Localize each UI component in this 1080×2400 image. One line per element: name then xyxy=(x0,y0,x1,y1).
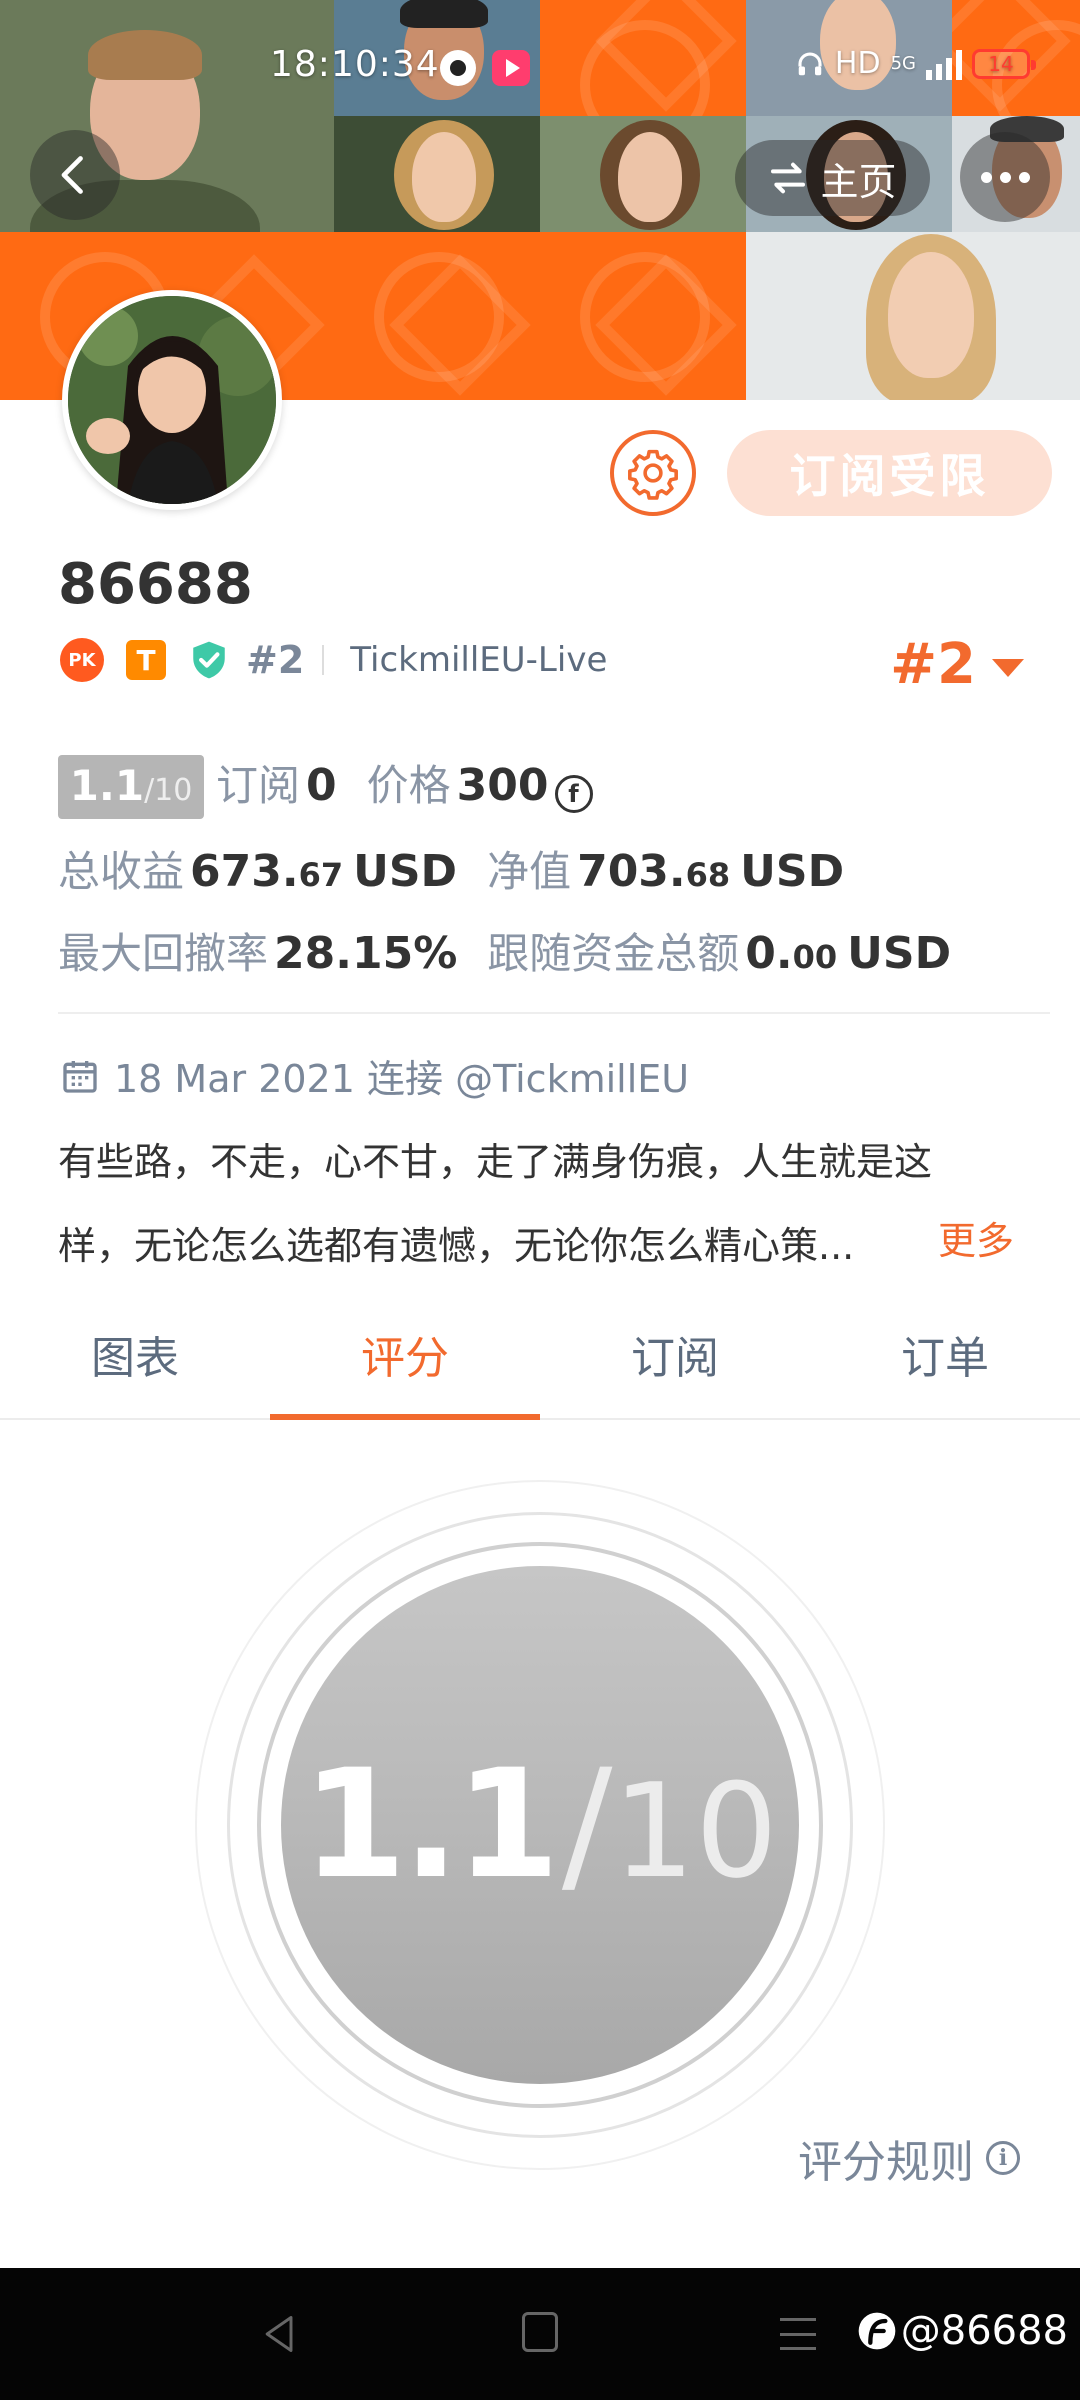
score-value: 1.1 xyxy=(69,761,145,810)
total-profit-currency: USD xyxy=(353,846,458,897)
coin-icon: f xyxy=(554,775,593,813)
gear-icon xyxy=(628,449,678,500)
settings-button[interactable] xyxy=(610,430,696,516)
rank-value: #2 xyxy=(890,632,976,697)
system-navigation-bar: @86688 xyxy=(0,2268,1080,2400)
subscriptions-label: 订阅 xyxy=(216,761,301,810)
dial-core: 1.1 / 10 xyxy=(281,1566,799,2084)
signal-icon xyxy=(926,48,962,80)
score-badge: 1.1 /10 xyxy=(58,755,204,819)
status-time: 18:10:34 xyxy=(270,44,440,85)
home-label: 主页 xyxy=(820,159,897,204)
status-bar: 18:10:34 HD 5G 14 xyxy=(0,0,1080,140)
follow-funds-label: 跟随资金总额 xyxy=(487,929,740,978)
price-value: 300 xyxy=(456,760,549,811)
pk-flame-icon[interactable]: PK xyxy=(60,638,104,682)
bio-line-1: 有些路，不走，心不甘，走了满身伤痕，人生就是这 xyxy=(58,1140,933,1184)
net-value-label: 净值 xyxy=(487,847,572,896)
follow-funds-int: 0. xyxy=(745,928,793,979)
avatar-image xyxy=(68,296,276,504)
shield-check-icon[interactable] xyxy=(188,638,230,682)
section-divider xyxy=(58,1012,1050,1014)
caret-down-icon xyxy=(992,658,1024,677)
divider xyxy=(322,645,325,675)
app-notification-icon xyxy=(440,50,476,86)
chevron-left-icon xyxy=(61,156,83,194)
bio-more-link[interactable]: 更多 xyxy=(931,1210,1014,1265)
rating-rules-label: 评分规则 xyxy=(798,2137,974,2188)
price-label: 价格 xyxy=(366,761,451,810)
stats-row-drawdown: 最大回撤率 28.15% 跟随资金总额 0. 00 USD xyxy=(58,920,951,981)
rank-inline: #2 xyxy=(246,638,305,682)
calendar-icon xyxy=(63,1060,97,1093)
avatar[interactable] xyxy=(62,290,282,510)
connection-info: 18 Mar 2021 连接 @TickmillEU xyxy=(60,1048,689,1103)
tab-subscriptions[interactable]: 订阅 xyxy=(540,1290,810,1418)
score-denominator: /10 xyxy=(144,773,193,808)
battery-icon: 14 xyxy=(972,48,1036,79)
video-app-icon xyxy=(492,50,530,86)
dial-score-denominator: 10 xyxy=(612,1755,778,1907)
dial-score: 1.1 / 10 xyxy=(302,1738,778,1912)
watermark-logo-icon xyxy=(858,2312,896,2350)
status-indicators: HD 5G 14 xyxy=(795,46,1036,81)
subscribe-button[interactable]: 订阅受限 xyxy=(727,430,1052,516)
bio-line-2: 样，无论怎么选都有遗憾，无论你怎么精心策... xyxy=(58,1224,855,1268)
trader-badge-icon[interactable]: T xyxy=(126,640,166,680)
max-drawdown-value: 28.15% xyxy=(274,928,458,979)
total-profit-label: 总收益 xyxy=(58,847,185,896)
tab-bar: 图表 评分 订阅 订单 xyxy=(0,1290,1080,1420)
max-drawdown-label: 最大回撤率 xyxy=(58,929,269,978)
nav-home-icon[interactable] xyxy=(522,2312,558,2352)
banner-photo-woman-laughing xyxy=(746,232,1080,400)
watermark: @86688 xyxy=(857,2308,1068,2354)
tab-rating[interactable]: 评分 xyxy=(270,1290,540,1420)
network-type: 5G xyxy=(890,53,916,74)
score-dial: 1.1 / 10 xyxy=(195,1480,885,2170)
tab-orders[interactable]: 订单 xyxy=(810,1290,1080,1418)
dial-score-value: 1.1 xyxy=(302,1738,560,1912)
total-profit-int: 673. xyxy=(190,846,299,897)
follow-funds-currency: USD xyxy=(847,928,952,979)
total-profit-dec: 67 xyxy=(298,856,344,894)
home-switch-button[interactable]: 主页 xyxy=(735,140,930,216)
stats-row-profit: 总收益 673. 67 USD 净值 703. 68 USD xyxy=(58,838,844,899)
username: 86688 xyxy=(58,552,253,617)
stats-row-score: 1.1 /10 订阅 0 价格 300 f xyxy=(58,752,593,819)
nav-back-icon[interactable] xyxy=(258,2310,302,2358)
dial-score-slash: / xyxy=(561,1738,613,1912)
broker-name: TickmillEU-Live xyxy=(350,640,608,680)
nav-recents-icon[interactable] xyxy=(780,2318,816,2350)
info-icon: i xyxy=(986,2141,1020,2175)
bio: 有些路，不走，心不甘，走了满身伤痕，人生就是这 样，无论怎么选都有遗憾，无论你怎… xyxy=(58,1120,1038,1288)
swap-arrows-icon xyxy=(771,162,806,194)
more-dots-icon[interactable] xyxy=(960,132,1050,222)
watermark-text: @86688 xyxy=(900,2308,1068,2354)
rating-rules-link[interactable]: 评分规则 i xyxy=(798,2126,1020,2190)
tab-chart[interactable]: 图表 xyxy=(0,1290,270,1418)
net-value-currency: USD xyxy=(740,846,845,897)
subscriptions-value: 0 xyxy=(306,760,337,811)
follow-funds-dec: 00 xyxy=(792,938,838,976)
badges-row: PK T #2 TickmillEU-Live xyxy=(60,636,607,684)
net-value-dec: 68 xyxy=(685,856,731,894)
back-button[interactable] xyxy=(30,130,120,220)
headphones-icon xyxy=(798,51,822,75)
hd-indicator: HD xyxy=(834,46,881,81)
connection-text: 18 Mar 2021 连接 @TickmillEU xyxy=(114,1057,690,1101)
rank-dropdown[interactable]: #2 xyxy=(890,632,1024,697)
net-value-int: 703. xyxy=(577,846,686,897)
